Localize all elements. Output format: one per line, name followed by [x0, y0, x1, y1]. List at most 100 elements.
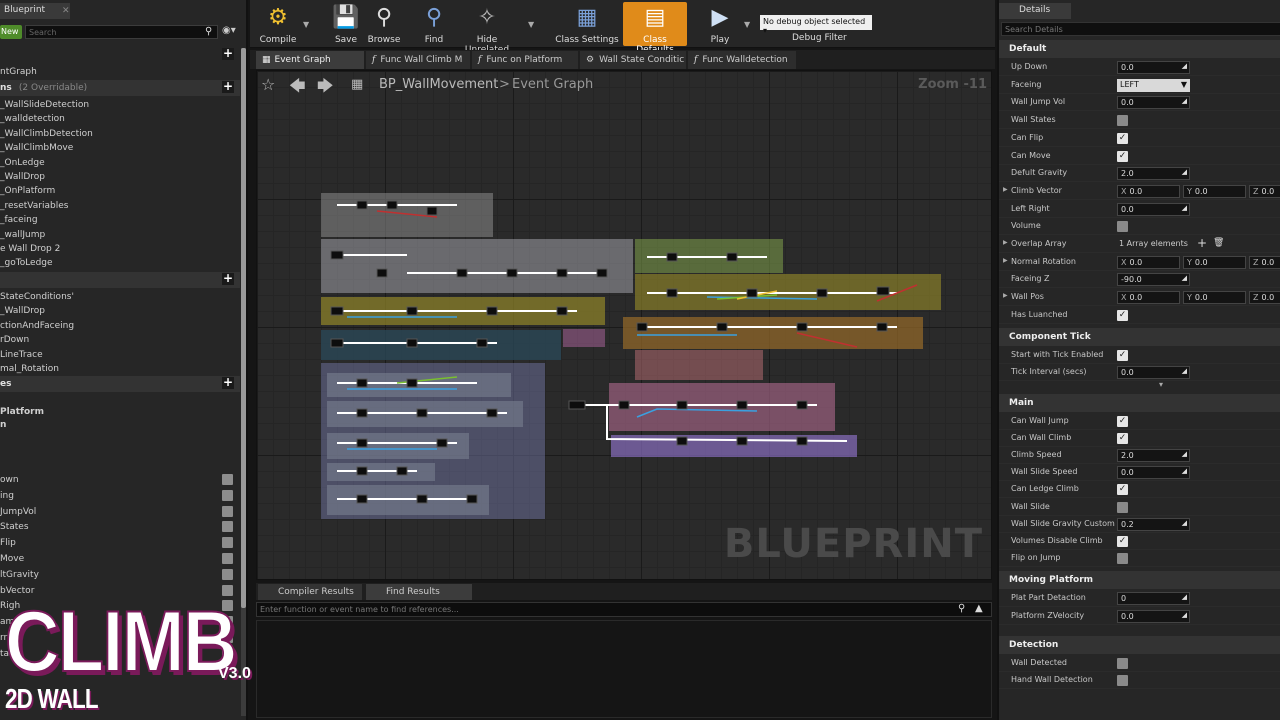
- comment-box[interactable]: [635, 350, 763, 380]
- variable-visibility-icon[interactable]: [222, 600, 233, 612]
- tab-function[interactable]: f Func Wall Climb M: [366, 51, 470, 69]
- expand-arrow-icon[interactable]: ▶: [1003, 257, 1008, 264]
- comment-box[interactable]: [321, 330, 561, 360]
- property-value-field[interactable]: 0.0: [1117, 466, 1190, 480]
- vector-x-field[interactable]: X 0.0: [1117, 255, 1180, 269]
- property-value-field[interactable]: 0.0: [1117, 61, 1190, 74]
- variable-visibility-icon[interactable]: [222, 632, 233, 643]
- chevron-down-icon[interactable]: ▼: [303, 20, 309, 29]
- search-icon[interactable]: ⚲: [958, 603, 965, 614]
- property-checkbox[interactable]: ✓: [1117, 535, 1128, 547]
- macro-item[interactable]: _WallDrop: [0, 304, 45, 318]
- tab-event-graph[interactable]: ▦ Event Graph: [256, 51, 364, 69]
- macro-item[interactable]: LineTrace: [0, 348, 43, 362]
- trash-icon[interactable]: 🗑: [1213, 238, 1224, 248]
- variable-item[interactable]: States: [0, 520, 29, 534]
- property-checkbox[interactable]: [1117, 501, 1128, 513]
- variable-visibility-icon[interactable]: [222, 537, 233, 549]
- section-main[interactable]: Main: [999, 393, 1280, 412]
- vector-y-field[interactable]: Y 0.0: [1183, 184, 1246, 198]
- variable-visibility-icon[interactable]: [222, 647, 233, 659]
- variable-item[interactable]: Flip: [0, 536, 16, 550]
- class-settings-button[interactable]: ▦ Class Settings: [555, 2, 619, 46]
- comment-box[interactable]: [321, 193, 493, 237]
- browse-button[interactable]: ⚲ Browse: [364, 2, 404, 46]
- comment-box[interactable]: [327, 373, 511, 397]
- event-graph-canvas[interactable]: ☆ 🡄 🡆 ▦ BP_WallMovement > Event Graph Zo…: [256, 70, 992, 580]
- variable-group[interactable]: n: [0, 418, 6, 432]
- binoculars-icon[interactable]: ▲: [975, 603, 983, 614]
- vector-x-field[interactable]: X 0.0: [1117, 184, 1180, 198]
- vector-z-field[interactable]: Z 0.0: [1249, 255, 1280, 269]
- functions-header[interactable]: ns (2 Overridable) +: [0, 80, 240, 96]
- close-icon[interactable]: ✕: [62, 6, 70, 16]
- list-item[interactable]: ntGraph: [0, 65, 37, 79]
- section-moving_platform[interactable]: Moving Platform: [999, 571, 1280, 590]
- chevron-down-icon[interactable]: ▼: [744, 20, 750, 29]
- variable-visibility-icon[interactable]: [222, 616, 233, 628]
- variable-visibility-icon[interactable]: [222, 568, 233, 580]
- add-macro-icon[interactable]: +: [222, 272, 234, 285]
- function-item[interactable]: _OnLedge: [0, 156, 45, 170]
- comment-box[interactable]: [321, 239, 633, 293]
- function-item[interactable]: _WallDrop: [0, 170, 45, 184]
- property-value-field[interactable]: -90.0: [1117, 273, 1190, 287]
- property-value-field[interactable]: 2.0: [1117, 167, 1190, 181]
- hide-unrelated-button[interactable]: ✧Hide Unrelated: [455, 2, 519, 55]
- variable-visibility-icon[interactable]: [222, 505, 233, 517]
- variable-item[interactable]: rray: [0, 631, 18, 645]
- save-button[interactable]: 💾 Save: [330, 2, 362, 46]
- search-icon[interactable]: ⚲: [205, 26, 212, 37]
- property-value-field[interactable]: 0.0: [1117, 96, 1190, 110]
- details-search-input[interactable]: Search Details: [1001, 22, 1280, 36]
- property-value-field[interactable]: 0.0: [1117, 366, 1190, 379]
- macro-item[interactable]: ctionAndFaceing: [0, 319, 74, 333]
- eye-icon[interactable]: ◉▾: [222, 25, 236, 36]
- function-item[interactable]: e Wall Drop 2: [0, 242, 60, 256]
- expand-arrow-icon[interactable]: ▶: [1003, 239, 1008, 246]
- faceing-select[interactable]: LEFT ▼: [1117, 78, 1190, 92]
- variables-header[interactable]: es +: [0, 376, 240, 392]
- macros-header[interactable]: +: [0, 272, 240, 288]
- property-value-field[interactable]: 0.0: [1117, 609, 1190, 623]
- macro-item[interactable]: rDown: [0, 333, 29, 347]
- function-item[interactable]: _wallJump: [0, 228, 45, 242]
- variable-visibility-icon[interactable]: [222, 553, 233, 564]
- tab-find-results[interactable]: Find Results: [366, 584, 472, 600]
- property-value-field[interactable]: 2.0: [1117, 448, 1190, 462]
- class-defaults-button[interactable]: ▤Class Defaults: [623, 2, 687, 55]
- variable-visibility-icon[interactable]: [222, 584, 233, 596]
- function-item[interactable]: _OnPlatform: [0, 184, 55, 198]
- variable-item[interactable]: own: [0, 473, 19, 487]
- tab-compiler-results[interactable]: Compiler Results: [258, 584, 362, 600]
- variable-visibility-icon[interactable]: [222, 474, 233, 485]
- tab-function[interactable]: f Func on Platform: [472, 51, 578, 69]
- property-checkbox[interactable]: [1117, 657, 1128, 669]
- add-variable-icon[interactable]: +: [222, 376, 234, 389]
- vector-x-field[interactable]: X 0.0: [1117, 291, 1180, 305]
- property-value-field[interactable]: 0.0: [1117, 202, 1190, 216]
- my-blueprint-tab[interactable]: Blueprint: [0, 3, 70, 19]
- variable-item[interactable]: ltGravity: [0, 568, 39, 582]
- property-checkbox[interactable]: ✓: [1117, 349, 1128, 361]
- variable-group[interactable]: Platform: [0, 405, 44, 419]
- macro-item[interactable]: mal_Rotation: [0, 362, 59, 376]
- tab-function[interactable]: ⚙ Wall State Conditic: [580, 51, 686, 69]
- function-item[interactable]: _resetVariables: [0, 199, 68, 213]
- add-graph-icon[interactable]: +: [222, 47, 234, 60]
- property-value-field[interactable]: 0: [1117, 592, 1190, 606]
- function-item[interactable]: _WallClimbMove: [0, 141, 73, 155]
- find-button[interactable]: ⚲ Find: [418, 2, 450, 46]
- variable-item[interactable]: bVector: [0, 584, 34, 598]
- add-element-icon[interactable]: +: [1197, 236, 1207, 250]
- property-checkbox[interactable]: ✓: [1117, 150, 1128, 162]
- scrollbar-thumb[interactable]: [241, 48, 246, 608]
- add-function-icon[interactable]: +: [222, 80, 234, 93]
- variable-item[interactable]: Move: [0, 552, 24, 566]
- comment-box[interactable]: [563, 329, 605, 347]
- section-detection[interactable]: Detection: [999, 635, 1280, 654]
- left-search-input[interactable]: Search: [25, 25, 218, 39]
- chevron-down-icon[interactable]: ▼: [528, 20, 534, 29]
- vector-y-field[interactable]: Y 0.0: [1183, 291, 1246, 305]
- tab-function[interactable]: f Func Walldetection: [688, 51, 796, 69]
